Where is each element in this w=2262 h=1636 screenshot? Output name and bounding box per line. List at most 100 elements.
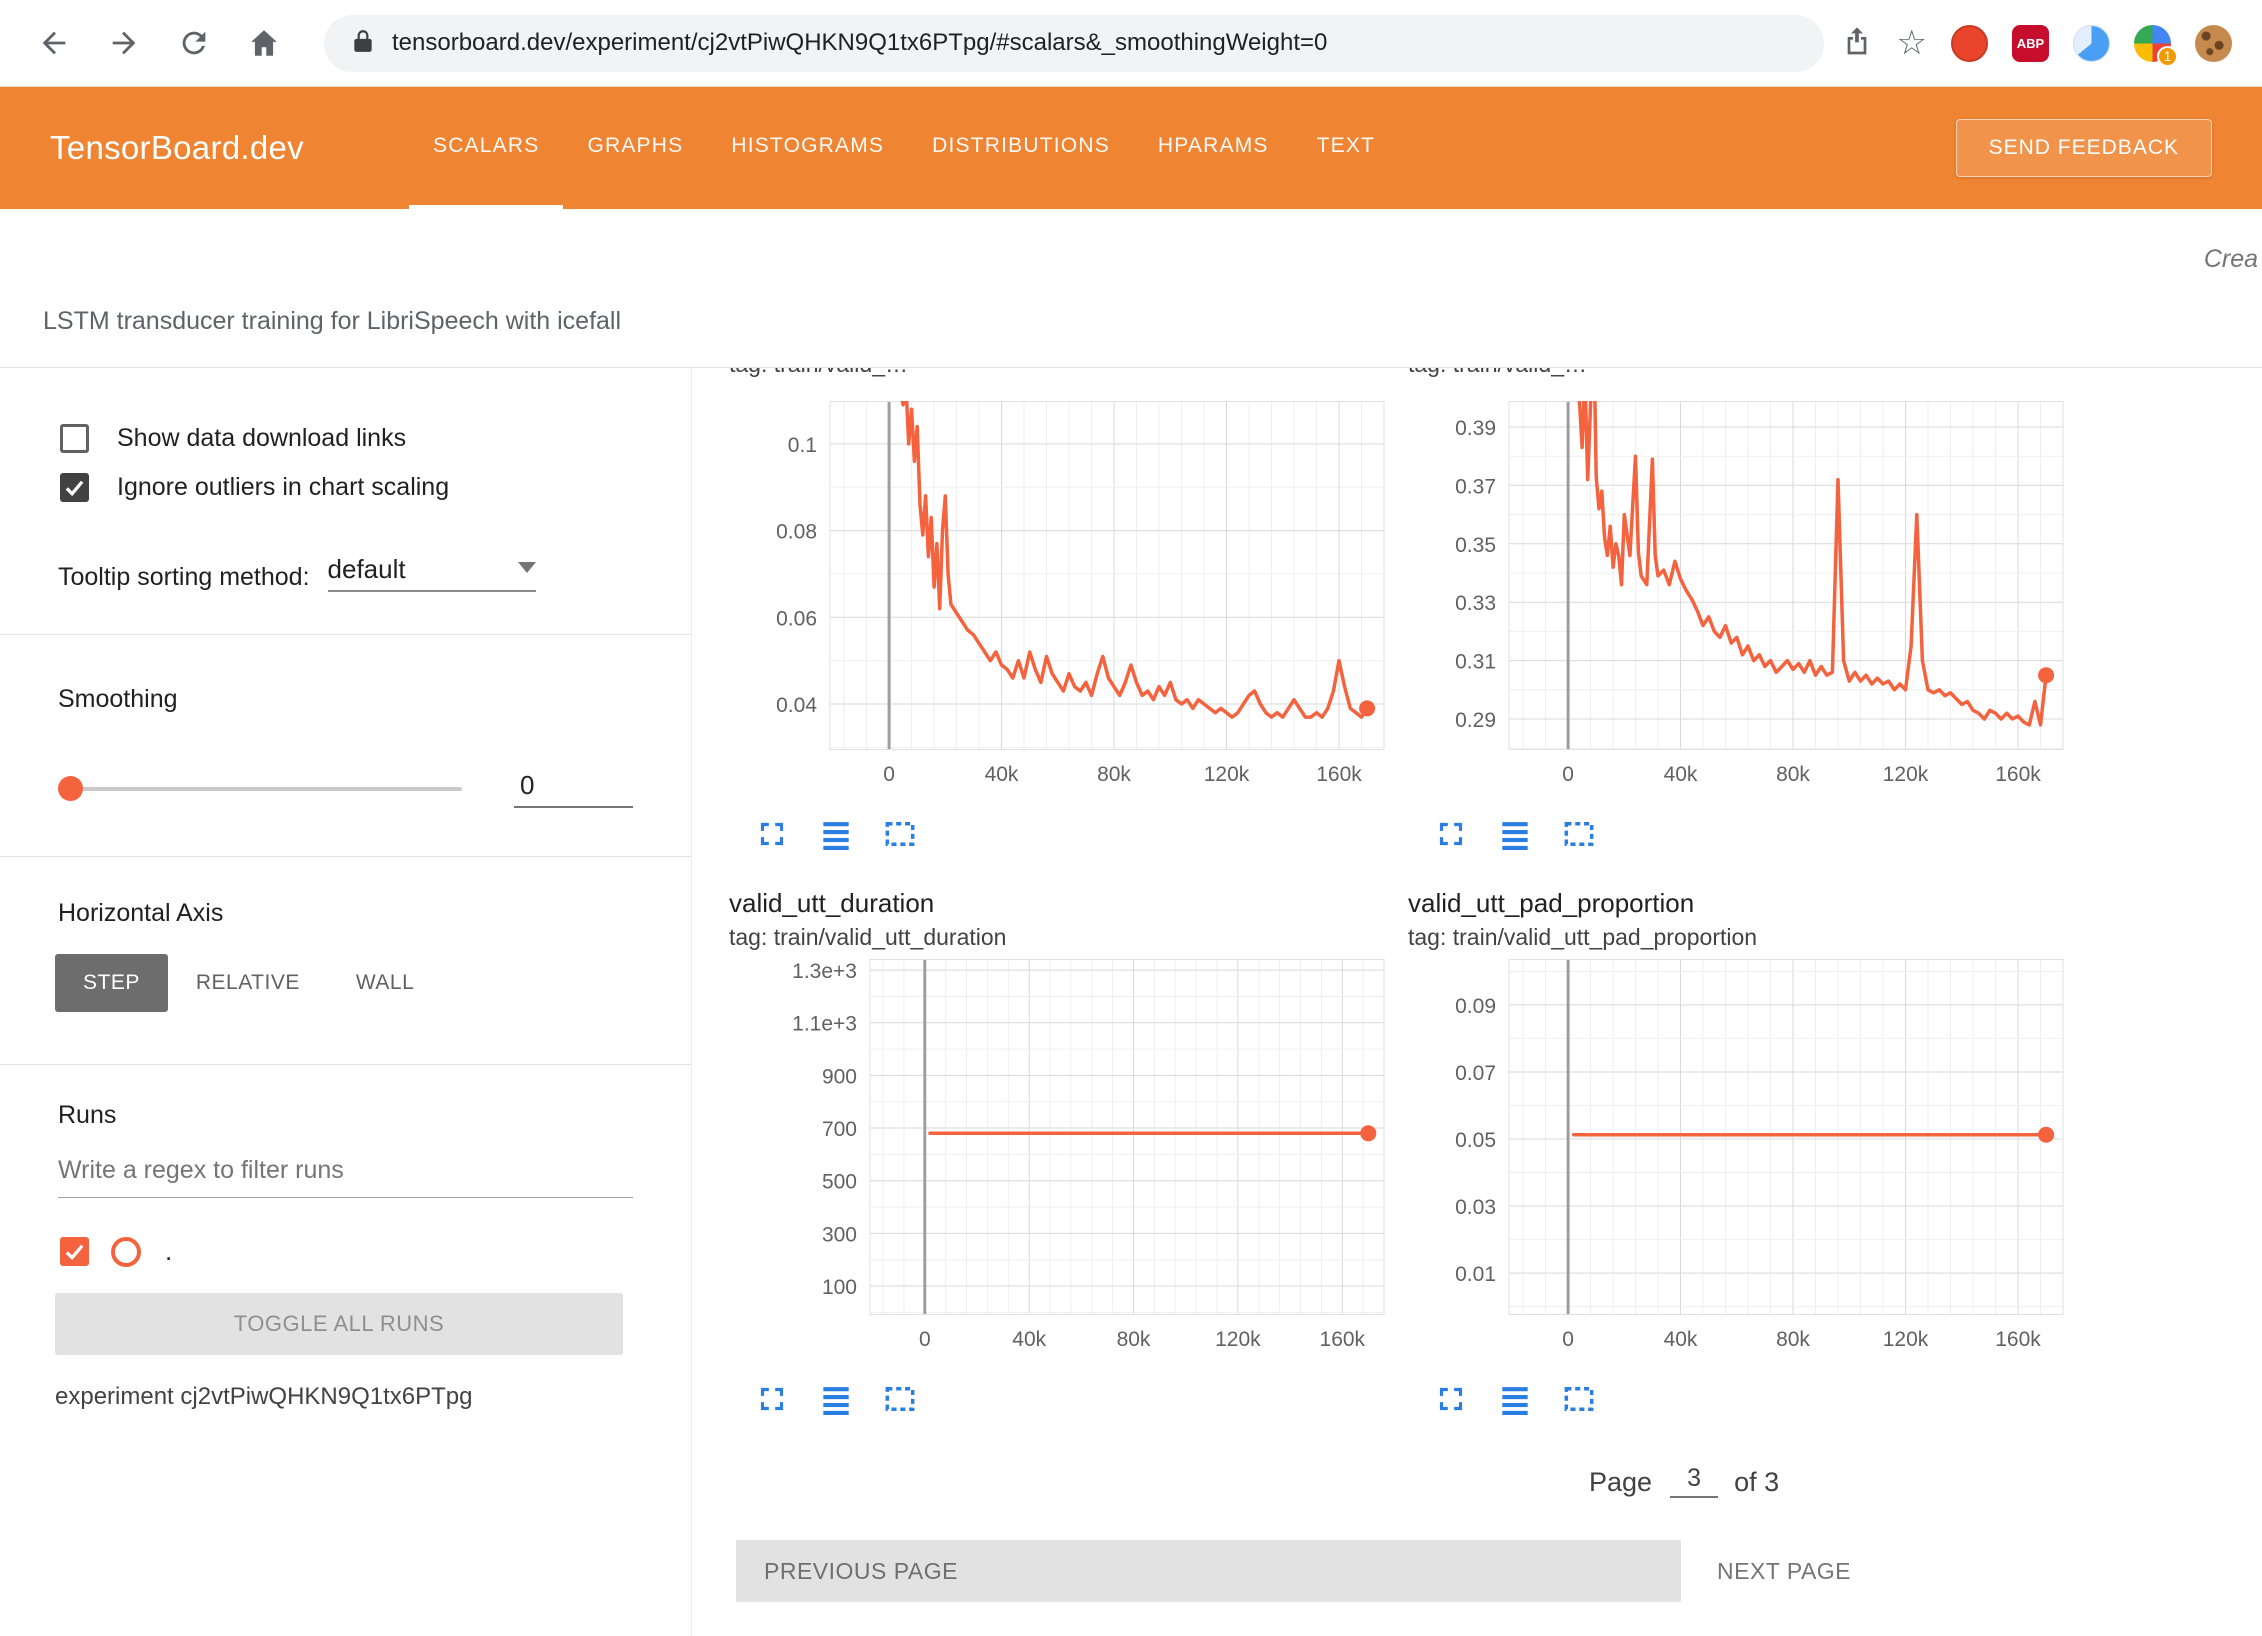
svg-text:80k: 80k (1776, 763, 1810, 786)
fullscreen-icon[interactable] (1432, 1380, 1470, 1418)
axis-step-button[interactable]: STEP (55, 954, 168, 1012)
ignore-outliers-label: Ignore outliers in chart scaling (117, 473, 449, 502)
run-color-circle-icon[interactable] (111, 1237, 141, 1267)
lines-icon[interactable] (817, 815, 855, 853)
svg-text:0.37: 0.37 (1455, 475, 1496, 498)
run-checkbox[interactable] (60, 1237, 89, 1266)
svg-text:0.1: 0.1 (788, 434, 817, 457)
fit-domain-icon[interactable] (1560, 1380, 1598, 1418)
run-name: . (165, 1236, 172, 1267)
show-download-links-checkbox[interactable] (60, 424, 89, 453)
smoothing-label: Smoothing (58, 685, 691, 714)
fullscreen-icon[interactable] (753, 1380, 791, 1418)
chart-plot[interactable]: 0.010.030.050.070.09040k80k120k160k (1408, 959, 2073, 1360)
tab-hparams[interactable]: HPARAMS (1134, 87, 1293, 209)
svg-text:0: 0 (883, 763, 895, 786)
smoothing-slider[interactable] (58, 787, 462, 791)
address-bar[interactable]: tensorboard.dev/experiment/cj2vtPiwQHKN9… (324, 15, 1824, 72)
forward-button[interactable] (100, 19, 148, 67)
fullscreen-icon[interactable] (753, 815, 791, 853)
divider (0, 634, 691, 635)
svg-text:900: 900 (822, 1065, 857, 1088)
svg-text:0.09: 0.09 (1455, 995, 1496, 1018)
tab-histograms[interactable]: HISTOGRAMS (707, 87, 908, 209)
toggle-all-runs-button[interactable]: TOGGLE ALL RUNS (55, 1293, 623, 1355)
charts-panel: tag: train/valid_… 0.040.060.080.1040k80… (692, 368, 2262, 1636)
svg-text:120k: 120k (1883, 763, 1929, 786)
smoothing-slider-thumb[interactable] (58, 776, 83, 801)
previous-page-button[interactable]: PREVIOUS PAGE (736, 1540, 1681, 1602)
show-download-links-row: Show data download links (60, 424, 691, 453)
fit-domain-icon[interactable] (1560, 815, 1598, 853)
svg-text:160k: 160k (1316, 763, 1362, 786)
divider (0, 856, 691, 857)
chart-plot[interactable]: 1003005007009001.1e+31.3e+3040k80k120k16… (729, 959, 1394, 1360)
reload-button[interactable] (170, 19, 218, 67)
svg-text:0.01: 0.01 (1455, 1263, 1496, 1286)
chart-plot[interactable]: 0.040.060.080.1040k80k120k160k (729, 401, 1394, 795)
lines-icon[interactable] (817, 1380, 855, 1418)
nav-tabs: SCALARS GRAPHS HISTOGRAMS DISTRIBUTIONS … (409, 87, 1399, 209)
svg-text:0.31: 0.31 (1455, 651, 1496, 674)
tab-text[interactable]: TEXT (1293, 87, 1399, 209)
fit-domain-icon[interactable] (881, 815, 919, 853)
colorful-extension-icon[interactable]: 1 (2134, 25, 2171, 62)
ignore-outliers-checkbox[interactable] (60, 473, 89, 502)
tab-scalars[interactable]: SCALARS (409, 87, 563, 209)
tensorboard-header: TensorBoard.dev SCALARS GRAPHS HISTOGRAM… (0, 87, 2262, 209)
fullscreen-icon[interactable] (1432, 815, 1470, 853)
lock-icon[interactable] (350, 28, 376, 59)
abp-extension-icon[interactable]: ABP (2012, 25, 2049, 62)
svg-text:1.3e+3: 1.3e+3 (792, 960, 857, 983)
svg-text:120k: 120k (1883, 1328, 1929, 1351)
ignore-outliers-row: Ignore outliers in chart scaling (60, 473, 691, 502)
axis-wall-button[interactable]: WALL (328, 954, 442, 1012)
svg-text:160k: 160k (1995, 1328, 2041, 1351)
bookmark-star-icon[interactable]: ☆ (1897, 23, 1927, 63)
svg-text:80k: 80k (1097, 763, 1131, 786)
back-button[interactable] (30, 19, 78, 67)
svg-text:0.05: 0.05 (1455, 1129, 1496, 1152)
svg-text:0.29: 0.29 (1455, 709, 1496, 732)
chart-card: tag: train/valid_… 0.040.060.080.1040k80… (729, 368, 1394, 853)
page-label: Page (1589, 1467, 1652, 1498)
smoothing-value-input[interactable]: 0 (514, 770, 633, 808)
svg-text:40k: 40k (1012, 1328, 1046, 1351)
adblock-extension-icon[interactable] (1951, 25, 1988, 62)
lines-icon[interactable] (1496, 815, 1534, 853)
page-of-label: of 3 (1734, 1467, 1779, 1498)
cookie-extension-icon[interactable] (2195, 25, 2232, 62)
svg-text:0.35: 0.35 (1455, 534, 1496, 557)
tab-distributions[interactable]: DISTRIBUTIONS (908, 87, 1134, 209)
runs-regex-input[interactable]: Write a regex to filter runs (58, 1156, 633, 1198)
chart-plot[interactable]: 0.290.310.330.350.370.39040k80k120k160k (1408, 401, 2073, 795)
next-page-button[interactable]: NEXT PAGE (1717, 1558, 1851, 1585)
brand-logo[interactable]: TensorBoard.dev (50, 129, 304, 167)
url-text: tensorboard.dev/experiment/cj2vtPiwQHKN9… (392, 29, 1327, 57)
svg-text:160k: 160k (1995, 763, 2041, 786)
blue-extension-icon[interactable] (2073, 25, 2110, 62)
fit-domain-icon[interactable] (881, 1380, 919, 1418)
browser-toolbar: tensorboard.dev/experiment/cj2vtPiwQHKN9… (0, 0, 2262, 87)
run-row: . (60, 1236, 691, 1267)
chart-title: valid_utt_duration (729, 883, 1394, 919)
show-download-links-label: Show data download links (117, 424, 406, 453)
chart-tag: tag: train/valid_utt_pad_proportion (1408, 919, 2073, 951)
svg-text:0.39: 0.39 (1455, 417, 1496, 440)
svg-text:120k: 120k (1204, 763, 1250, 786)
share-icon[interactable] (1841, 25, 1873, 62)
chart-card: valid_utt_pad_proportion tag: train/vali… (1408, 883, 2073, 1418)
chart-tag: tag: train/valid_utt_duration (729, 919, 1394, 951)
page-number-input[interactable]: 3 (1670, 1464, 1718, 1498)
svg-text:300: 300 (822, 1223, 857, 1246)
lines-icon[interactable] (1496, 1380, 1534, 1418)
tooltip-sorting-value: default (328, 554, 406, 585)
tab-graphs[interactable]: GRAPHS (563, 87, 707, 209)
svg-text:1.1e+3: 1.1e+3 (792, 1013, 857, 1036)
tooltip-sorting-select[interactable]: default (328, 554, 536, 592)
divider (0, 1064, 691, 1065)
axis-relative-button[interactable]: RELATIVE (168, 954, 328, 1012)
home-button[interactable] (240, 19, 288, 67)
experiment-id-label: experiment cj2vtPiwQHKN9Q1tx6PTpg (55, 1383, 691, 1411)
send-feedback-button[interactable]: SEND FEEDBACK (1956, 119, 2212, 177)
